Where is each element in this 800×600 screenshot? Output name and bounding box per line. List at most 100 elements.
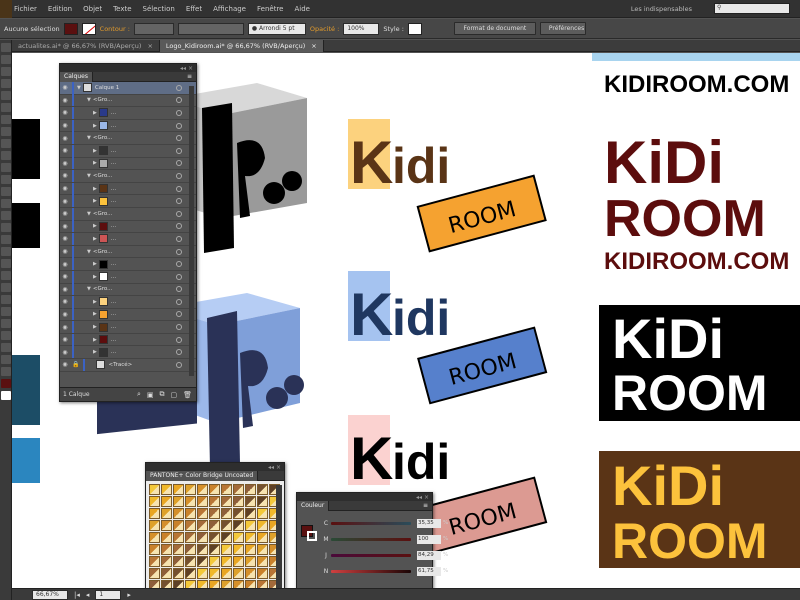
target-circle-icon[interactable] bbox=[176, 84, 182, 91]
visibility-eye-icon[interactable]: ◉ bbox=[60, 248, 70, 255]
layer-row-group[interactable]: ◉ ▼ <Gro... bbox=[60, 207, 196, 221]
close-icon[interactable]: × bbox=[424, 494, 429, 501]
layer-row-group[interactable]: ◉ ▼ <Gro... bbox=[60, 245, 196, 259]
pen-tool-icon[interactable] bbox=[1, 91, 11, 100]
menu-affichage[interactable]: Affichage bbox=[213, 5, 246, 13]
pantone-swatch[interactable] bbox=[173, 484, 184, 495]
expand-triangle-icon[interactable]: ▶ bbox=[93, 123, 97, 129]
pantone-swatch[interactable] bbox=[245, 532, 256, 543]
menu-objet[interactable]: Objet bbox=[83, 5, 102, 13]
layer-row-item[interactable]: ◉ ▶... bbox=[60, 220, 196, 234]
target-circle-icon[interactable] bbox=[176, 223, 182, 230]
pantone-swatch[interactable] bbox=[221, 556, 232, 567]
target-circle-icon[interactable] bbox=[176, 135, 182, 142]
tab-actualites[interactable]: actualites.ai* @ 66,67% (RVB/Aperçu) × bbox=[12, 40, 160, 52]
pantone-swatch[interactable] bbox=[209, 496, 220, 507]
collapse-icon[interactable]: ◂◂ bbox=[268, 464, 274, 471]
stroke-swatch[interactable] bbox=[81, 22, 96, 35]
pantone-swatch[interactable] bbox=[233, 544, 244, 555]
visibility-eye-icon[interactable]: ◉ bbox=[60, 122, 70, 129]
expand-triangle-icon[interactable]: ▼ bbox=[87, 135, 91, 141]
pantone-swatch[interactable] bbox=[149, 484, 160, 495]
brush-select[interactable]: ● Arrondi 5 pt bbox=[247, 22, 306, 35]
gradient-tool-icon[interactable] bbox=[1, 271, 11, 280]
pantone-swatch[interactable] bbox=[257, 544, 268, 555]
hand-tool-icon[interactable] bbox=[1, 355, 11, 364]
pantone-swatch[interactable] bbox=[173, 520, 184, 531]
panel-menu-icon[interactable]: ≡ bbox=[183, 72, 196, 82]
target-circle-icon[interactable] bbox=[176, 185, 182, 192]
target-circle-icon[interactable] bbox=[176, 311, 182, 318]
slider-j-track[interactable] bbox=[331, 553, 411, 557]
pantone-swatch[interactable] bbox=[233, 484, 244, 495]
layer-row-group[interactable]: ◉ ▼ <Gro... bbox=[60, 94, 196, 108]
pantone-swatch[interactable] bbox=[257, 496, 268, 507]
mesh-tool-icon[interactable] bbox=[1, 259, 11, 268]
pantone-swatch[interactable] bbox=[161, 544, 172, 555]
layer-row-item[interactable]: ◉ ▶... bbox=[60, 346, 196, 360]
visibility-eye-icon[interactable]: ◉ bbox=[60, 361, 70, 368]
visibility-eye-icon[interactable]: ◉ bbox=[60, 261, 70, 268]
eyedropper-tool-icon[interactable] bbox=[1, 283, 11, 292]
pantone-swatch[interactable] bbox=[257, 568, 268, 579]
slider-m-track[interactable] bbox=[331, 537, 411, 541]
lasso-tool-icon[interactable] bbox=[1, 79, 11, 88]
target-circle-icon[interactable] bbox=[176, 286, 182, 293]
slider-j[interactable]: J 84,29 % bbox=[321, 549, 451, 561]
layer-row-item[interactable]: ◉ ▶... bbox=[60, 258, 196, 271]
target-circle-icon[interactable] bbox=[176, 122, 182, 129]
pantone-swatch[interactable] bbox=[197, 568, 208, 579]
variable-width-select[interactable] bbox=[177, 22, 244, 35]
pantone-swatch[interactable] bbox=[233, 568, 244, 579]
new-sublayer-icon[interactable]: ⧉ bbox=[159, 390, 164, 399]
artboard-tool-icon[interactable] bbox=[1, 331, 11, 340]
expand-triangle-icon[interactable]: ▼ bbox=[87, 249, 91, 255]
line-tool-icon[interactable] bbox=[1, 115, 11, 124]
fill-swatch[interactable] bbox=[63, 22, 78, 35]
visibility-eye-icon[interactable]: ◉ bbox=[60, 135, 70, 142]
close-icon[interactable]: × bbox=[311, 40, 316, 52]
target-circle-icon[interactable] bbox=[176, 261, 182, 268]
pantone-swatch[interactable] bbox=[185, 520, 196, 531]
tab-couleur[interactable]: Couleur bbox=[297, 500, 330, 511]
layer-row-item[interactable]: ◉ ▶... bbox=[60, 106, 196, 120]
target-circle-icon[interactable] bbox=[176, 324, 182, 331]
layer-row-item[interactable]: ◉ ▶... bbox=[60, 182, 196, 196]
pantone-swatch[interactable] bbox=[209, 508, 220, 519]
expand-triangle-icon[interactable]: ▼ bbox=[87, 97, 91, 103]
previous-artboard-icon[interactable]: ◂ bbox=[86, 591, 90, 599]
new-layer-icon[interactable]: ▢ bbox=[170, 391, 177, 399]
pantone-swatch[interactable] bbox=[197, 556, 208, 567]
pantone-swatch[interactable] bbox=[257, 484, 268, 495]
target-circle-icon[interactable] bbox=[176, 147, 182, 154]
blend-tool-icon[interactable] bbox=[1, 295, 11, 304]
slider-n[interactable]: N 61,75 % bbox=[321, 565, 451, 577]
preferences-button[interactable]: Préférences bbox=[539, 22, 586, 35]
pantone-swatch[interactable] bbox=[257, 532, 268, 543]
pantone-swatch[interactable] bbox=[161, 484, 172, 495]
pantone-swatch[interactable] bbox=[233, 532, 244, 543]
pantone-swatch[interactable] bbox=[245, 496, 256, 507]
slider-m-input[interactable]: 100 bbox=[417, 534, 441, 544]
close-icon[interactable]: × bbox=[147, 40, 152, 52]
visibility-eye-icon[interactable]: ◉ bbox=[60, 235, 70, 242]
visibility-eye-icon[interactable]: ◉ bbox=[60, 160, 70, 167]
collapse-icon[interactable]: ◂◂ bbox=[180, 65, 186, 72]
fill-color-icon[interactable] bbox=[1, 379, 11, 388]
tab-logo-kidiroom[interactable]: Logo_Kidiroom.ai* @ 66,67% (RVB/Aperçu) × bbox=[159, 40, 324, 52]
menu-fenetre[interactable]: Fenêtre bbox=[257, 5, 283, 13]
expand-triangle-icon[interactable]: ▶ bbox=[93, 223, 97, 229]
pantone-swatch[interactable] bbox=[197, 508, 208, 519]
menu-edition[interactable]: Edition bbox=[48, 5, 72, 13]
perspective-grid-tool-icon[interactable] bbox=[1, 247, 11, 256]
expand-triangle-icon[interactable]: ▶ bbox=[93, 324, 97, 330]
pantone-swatch[interactable] bbox=[185, 544, 196, 555]
layer-row-group[interactable]: ◉ ▼ <Gro... bbox=[60, 169, 196, 183]
swatch-scrollbar[interactable] bbox=[276, 485, 282, 595]
search-input[interactable]: ⚲ bbox=[714, 3, 790, 14]
direct-selection-tool-icon[interactable] bbox=[1, 55, 11, 64]
eraser-tool-icon[interactable] bbox=[1, 175, 11, 184]
expand-triangle-icon[interactable]: ▶ bbox=[93, 337, 97, 343]
expand-triangle-icon[interactable]: ▼ bbox=[87, 173, 91, 179]
target-circle-icon[interactable] bbox=[176, 235, 182, 242]
